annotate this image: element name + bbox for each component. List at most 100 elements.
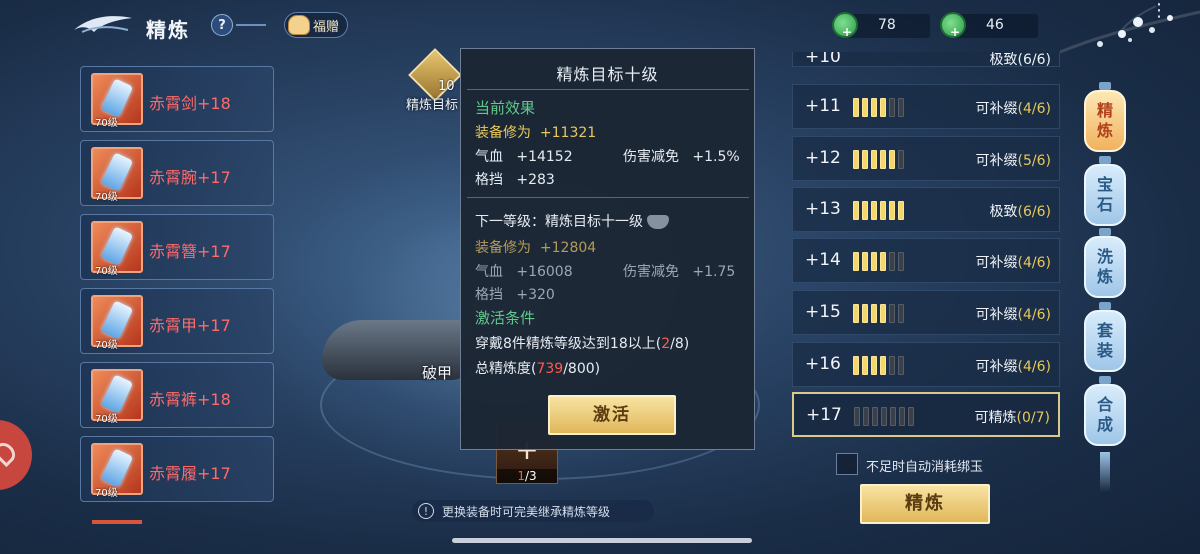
current-damage-reduction: 伤害减免 +1.5% (623, 149, 740, 165)
equipment-item[interactable]: 70级 赤霄甲+17 (80, 288, 274, 354)
currency-jade-ring-value: 46 (986, 17, 1004, 33)
progress-pip (853, 252, 859, 271)
help-button[interactable]: ? (211, 14, 233, 36)
refine-row[interactable]: +12 可补缀(5/6) (792, 136, 1060, 181)
equipment-item[interactable]: 70级 赤霄剑+18 (80, 66, 274, 132)
refine-status: 可补缀(4/6) (975, 101, 1051, 117)
refine-progress-pips (853, 150, 904, 169)
progress-pip (880, 304, 886, 323)
progress-pip (898, 98, 904, 117)
refine-level: +15 (805, 302, 841, 322)
equipment-name: 赤霄剑+18 (149, 94, 231, 113)
equipment-name: 赤霄裤+18 (149, 390, 231, 409)
equipment-level: 70级 (95, 266, 118, 277)
refine-level: +17 (806, 405, 842, 425)
tab-1[interactable]: 宝石 (1084, 164, 1126, 226)
progress-pip (898, 201, 904, 220)
tab-0[interactable]: 精炼 (1084, 90, 1126, 152)
progress-pip (908, 407, 914, 426)
refine-row[interactable]: +15 可补缀(4/6) (792, 290, 1060, 335)
refine-level-list: +11 可补缀(4/6) +12 可补缀(5/6) +13 极致(6/6) +14 可补缀(4… (792, 52, 1062, 440)
equipment-list: 70级 赤霄剑+18 70级 赤霄腕+17 70级 赤霄簪+17 70级 赤霄甲… (80, 66, 276, 524)
current-cultivation: 装备修为 +11321 (475, 125, 597, 141)
popup-divider (467, 89, 749, 90)
progress-pip (889, 150, 895, 169)
progress-pip (898, 304, 904, 323)
lantern-cap (1099, 302, 1111, 310)
progress-pip (880, 150, 886, 169)
progress-pip (899, 407, 905, 426)
refine-level: +11 (805, 96, 841, 116)
add-icon: + (950, 25, 961, 39)
refine-row[interactable]: +14 可补缀(4/6) (792, 238, 1060, 283)
refine-status: 可补缀(4/6) (975, 307, 1051, 323)
progress-pip (889, 201, 895, 220)
back-arrow-icon[interactable] (72, 12, 134, 38)
refine-level: +12 (805, 148, 841, 168)
gift-button[interactable]: 福赠 (284, 12, 348, 38)
refine-status: 极致(6/6) (989, 204, 1051, 220)
progress-pip (889, 304, 895, 323)
equipment-item[interactable]: 70级 赤霄腕+17 (80, 140, 274, 206)
progress-pip (862, 356, 868, 375)
progress-pip (881, 407, 887, 426)
progress-pip (853, 98, 859, 117)
side-float-button[interactable] (0, 420, 32, 490)
tab-3[interactable]: 套装 (1084, 310, 1126, 372)
next-level-header: 下一等级：精炼目标十一级 (475, 211, 669, 231)
current-block: 格挡 +283 (475, 172, 555, 188)
equipment-name: 赤霄甲+17 (149, 316, 231, 335)
refine-button[interactable]: 精炼 (860, 484, 990, 524)
progress-pip (853, 201, 859, 220)
refine-row[interactable]: +11 可补缀(4/6) (792, 84, 1060, 129)
lantern-cap (1099, 156, 1111, 164)
location-pin-icon (0, 438, 20, 468)
progress-pip (898, 356, 904, 375)
refine-level: +16 (805, 354, 841, 374)
refine-status: 可精炼(0/7) (974, 410, 1050, 426)
progress-pip (898, 252, 904, 271)
popup-divider (467, 197, 749, 198)
progress-pip (862, 201, 868, 220)
progress-pip (862, 304, 868, 323)
progress-pip (854, 407, 860, 426)
equipment-item[interactable]: 70级 赤霄簪+17 (80, 214, 274, 280)
activate-button[interactable]: 激活 (548, 395, 676, 435)
equipment-item-peek (92, 520, 142, 524)
material-count: 1/3 (497, 469, 557, 483)
progress-pip (862, 252, 868, 271)
progress-pip (863, 407, 869, 426)
equipment-level: 70级 (95, 340, 118, 351)
equipment-level: 70级 (95, 118, 118, 129)
refine-progress-pips (854, 407, 914, 426)
refine-row[interactable]: +16 可补缀(4/6) (792, 342, 1060, 387)
refine-progress-pips (853, 98, 904, 117)
progress-pip (871, 304, 877, 323)
helmet-icon (647, 215, 669, 229)
refine-progress-pips (853, 304, 904, 323)
tab-2[interactable]: 洗炼 (1084, 236, 1126, 298)
refine-row[interactable]: +13 极致(6/6) (792, 187, 1060, 232)
next-block: 格挡 +320 (475, 287, 555, 303)
progress-pip (880, 356, 886, 375)
tab-4[interactable]: 合成 (1084, 384, 1126, 446)
activation-condition-equip-count: 穿戴8件精炼等级达到18以上(2/8) (475, 336, 690, 352)
more-options-icon[interactable]: ⋮ (1150, 0, 1168, 21)
page-title: 精炼 (146, 18, 190, 42)
currency-jade-value: 78 (878, 17, 896, 33)
equipment-level: 70级 (95, 488, 118, 499)
auto-consume-checkbox[interactable] (836, 453, 858, 475)
equipment-item[interactable]: 70级 赤霄裤+18 (80, 362, 274, 428)
equipment-level: 70级 (95, 414, 118, 425)
gift-label: 福赠 (313, 19, 340, 35)
refine-row[interactable]: +17 可精炼(0/7) (792, 392, 1060, 437)
header-divider (236, 24, 266, 26)
equipment-level: 70级 (95, 192, 118, 203)
activation-condition-header: 激活条件 (475, 309, 536, 327)
currency-jade[interactable]: + 78 (832, 12, 930, 39)
lantern-cap (1099, 228, 1111, 236)
lantern-cap (1099, 376, 1111, 384)
equipment-item[interactable]: 70级 赤霄履+17 (80, 436, 274, 502)
progress-pip (880, 252, 886, 271)
currency-jade-ring[interactable]: + 46 (940, 12, 1038, 39)
